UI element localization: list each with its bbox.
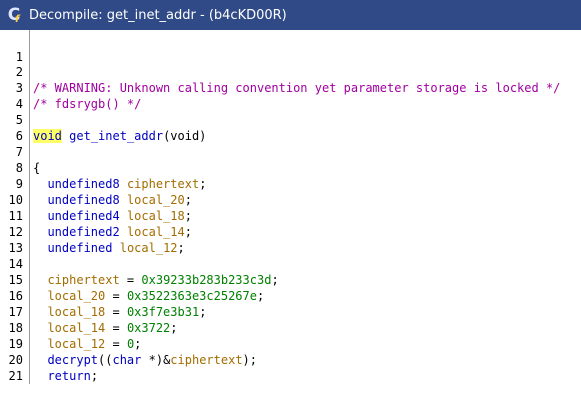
code-line-5[interactable]: 5 void get_inet_addr(void) <box>0 96 581 143</box>
code-line-15[interactable]: 15 local_20 = 0x3522363e3c25267e; <box>0 256 581 303</box>
code-line-17[interactable]: 17 local_14 = 0x3722; <box>0 288 581 335</box>
code-line-21[interactable]: 21 } <box>0 352 581 399</box>
code-line-11[interactable]: 11 undefined2 local_14; <box>0 192 581 239</box>
code-line-22[interactable]: 22 <box>0 368 581 399</box>
code-line-9[interactable]: 9 undefined8 local_20; <box>0 160 581 207</box>
window-titlebar[interactable]: C f Decompile: get_inet_addr - (b4cKD00R… <box>0 0 581 30</box>
editor-empty-area[interactable] <box>0 384 581 418</box>
code-line-12[interactable]: 12 undefined local_12; <box>0 208 581 255</box>
code-line-8[interactable]: 8 undefined8 ciphertext; <box>0 144 581 191</box>
window-title: Decompile: get_inet_addr - (b4cKD00R) <box>29 7 287 23</box>
code-line-1[interactable]: 1 <box>0 33 581 64</box>
code-line-3[interactable]: 3 /* fdsrygb() */ <box>0 64 581 111</box>
code-line-4[interactable]: 4 <box>0 80 581 111</box>
code-line-20[interactable]: 20 return; <box>0 336 581 383</box>
code-line-6[interactable]: 6 <box>0 112 581 143</box>
decompile-window: C f Decompile: get_inet_addr - (b4cKD00R… <box>0 0 581 418</box>
code-line-16[interactable]: 16 local_18 = 0x3f7e3b31; <box>0 272 581 319</box>
decompiler-icon: C f <box>7 5 21 25</box>
code-line-7[interactable]: 7 { <box>0 128 581 175</box>
code-line-10[interactable]: 10 undefined4 local_18; <box>0 176 581 223</box>
code-line-19[interactable]: 19 decrypt((char *)&ciphertext); <box>0 320 581 367</box>
code-line-14[interactable]: 14 ciphertext = 0x39233b283b233c3d; <box>0 240 581 287</box>
code-line-18[interactable]: 18 local_12 = 0; <box>0 304 581 351</box>
code-line-13[interactable]: 13 <box>0 224 581 255</box>
code-line-2[interactable]: 2 /* WARNING: Unknown calling convention… <box>0 48 581 95</box>
code-editor[interactable]: 1 2 /* WARNING: Unknown calling conventi… <box>0 30 581 418</box>
